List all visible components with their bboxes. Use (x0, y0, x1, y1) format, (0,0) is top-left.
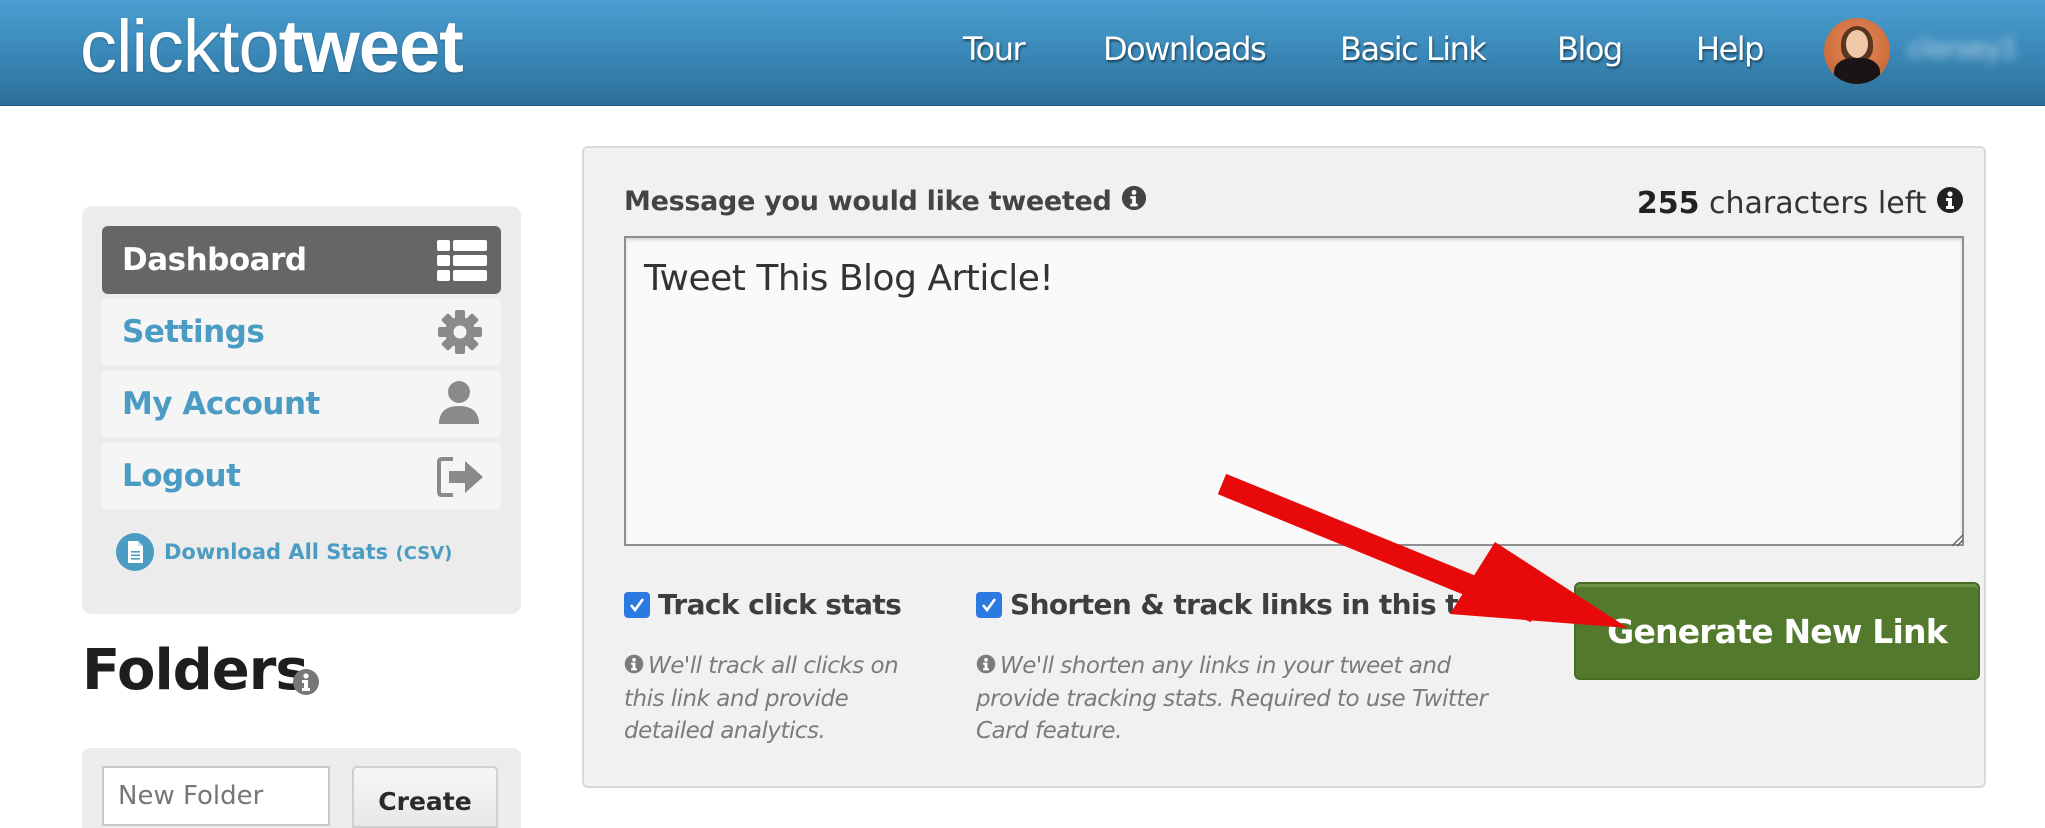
info-icon[interactable] (1936, 186, 1964, 223)
document-icon (116, 533, 154, 571)
user-avatar[interactable] (1824, 18, 1890, 84)
sidebar-item-label: Settings (122, 314, 265, 350)
nav-downloads[interactable]: Downloads (1103, 26, 1267, 72)
sidebar-item-settings[interactable]: Settings (102, 298, 501, 366)
track-click-stats-label: Track click stats (658, 588, 902, 621)
nav-help[interactable]: Help (1696, 26, 1764, 72)
clicktotweet-logo[interactable]: clicktotweet (80, 4, 464, 90)
nav-basic-link[interactable]: Basic Link (1340, 26, 1487, 72)
sidebar-item-logout[interactable]: Logout (102, 442, 501, 510)
sidebar-item-label: My Account (122, 386, 320, 422)
gear-icon (437, 310, 482, 354)
tweet-composer-panel: Message you would like tweeted 255 chara… (582, 146, 1986, 788)
sign-out-icon (437, 456, 483, 497)
generate-new-link-button[interactable]: Generate New Link (1574, 582, 1980, 680)
resize-grip-icon[interactable] (1950, 532, 1964, 547)
logo-text-bold: tweet (278, 5, 464, 88)
hint-text: We'll shorten any links in your tweet an… (976, 653, 1488, 744)
username-blurred[interactable]: clorsey1 (1908, 36, 2018, 62)
nav-tour[interactable]: Tour (963, 26, 1026, 72)
track-click-stats-hint: We'll track all clicks on this link and … (624, 650, 924, 747)
nav-blog[interactable]: Blog (1557, 26, 1623, 72)
message-label: Message you would like tweeted (624, 186, 1112, 217)
chars-left-text: characters left (1709, 186, 1927, 221)
sidebar-item-my-account[interactable]: My Account (102, 370, 501, 438)
checkbox-checked-icon[interactable] (976, 592, 1002, 618)
hint-text: We'll track all clicks on this link and … (624, 653, 899, 744)
create-folder-button[interactable]: Create (352, 766, 498, 828)
chars-left-count: 255 (1636, 186, 1700, 221)
shorten-links-hint: We'll shorten any links in your tweet an… (976, 650, 1496, 747)
checkbox-checked-icon[interactable] (624, 592, 650, 618)
folders-heading: Folders (82, 638, 309, 703)
download-format: (CSV) (395, 543, 453, 564)
sidebar-item-label: Dashboard (122, 242, 307, 278)
sidebar-item-label: Logout (122, 458, 241, 494)
tweet-message-textarea[interactable]: Tweet This Blog Article! (624, 236, 1964, 546)
info-icon (976, 651, 996, 683)
info-icon[interactable] (1121, 185, 1147, 221)
account-sidebar: Dashboard Settings My Account Logout Dow… (82, 206, 521, 614)
new-folder-form: Create (82, 748, 521, 828)
list-icon (437, 240, 487, 281)
sidebar-item-dashboard[interactable]: Dashboard (102, 226, 501, 294)
shorten-links-label: Shorten & track links in this tweet (1010, 588, 1533, 621)
site-header: clicktotweet Tour Downloads Basic Link B… (0, 0, 2045, 106)
info-icon[interactable] (292, 668, 320, 696)
user-icon (437, 381, 481, 424)
download-label: Download All Stats (164, 540, 389, 564)
new-folder-input[interactable] (102, 766, 330, 826)
info-icon (624, 651, 644, 683)
logo-text-thin: clickto (80, 5, 280, 88)
